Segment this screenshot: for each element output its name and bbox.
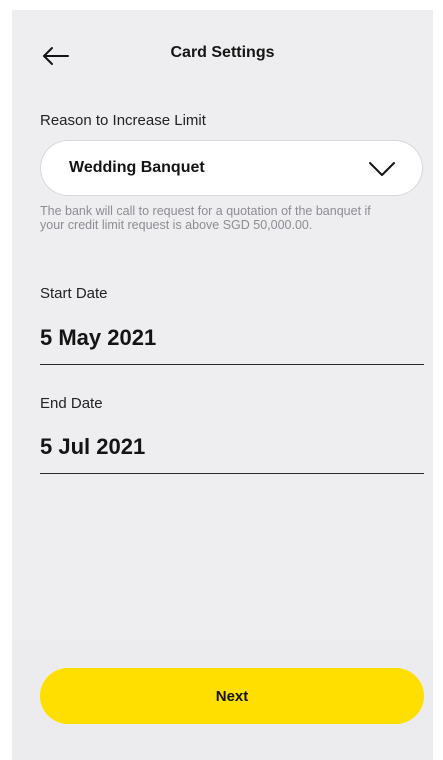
start-date-field[interactable]: 5 May 2021 xyxy=(40,325,156,351)
end-date-divider xyxy=(40,473,424,474)
next-button[interactable]: Next xyxy=(40,668,424,724)
header: Card Settings xyxy=(12,10,433,98)
end-date-field[interactable]: 5 Jul 2021 xyxy=(40,434,145,460)
reason-select[interactable]: Wedding Banquet xyxy=(40,140,423,196)
end-date-label: End Date xyxy=(40,395,103,412)
start-date-label: Start Date xyxy=(40,285,108,302)
page-title: Card Settings xyxy=(170,44,275,61)
start-date-divider xyxy=(40,364,424,365)
reason-helper-text: The bank will call to request for a quot… xyxy=(40,204,371,232)
reason-label: Reason to Increase Limit xyxy=(40,112,206,129)
chevron-down-icon xyxy=(369,162,395,176)
card-settings-screen: Card Settings Reason to Increase Limit W… xyxy=(12,10,433,760)
reason-selected-value: Wedding Banquet xyxy=(69,159,205,176)
